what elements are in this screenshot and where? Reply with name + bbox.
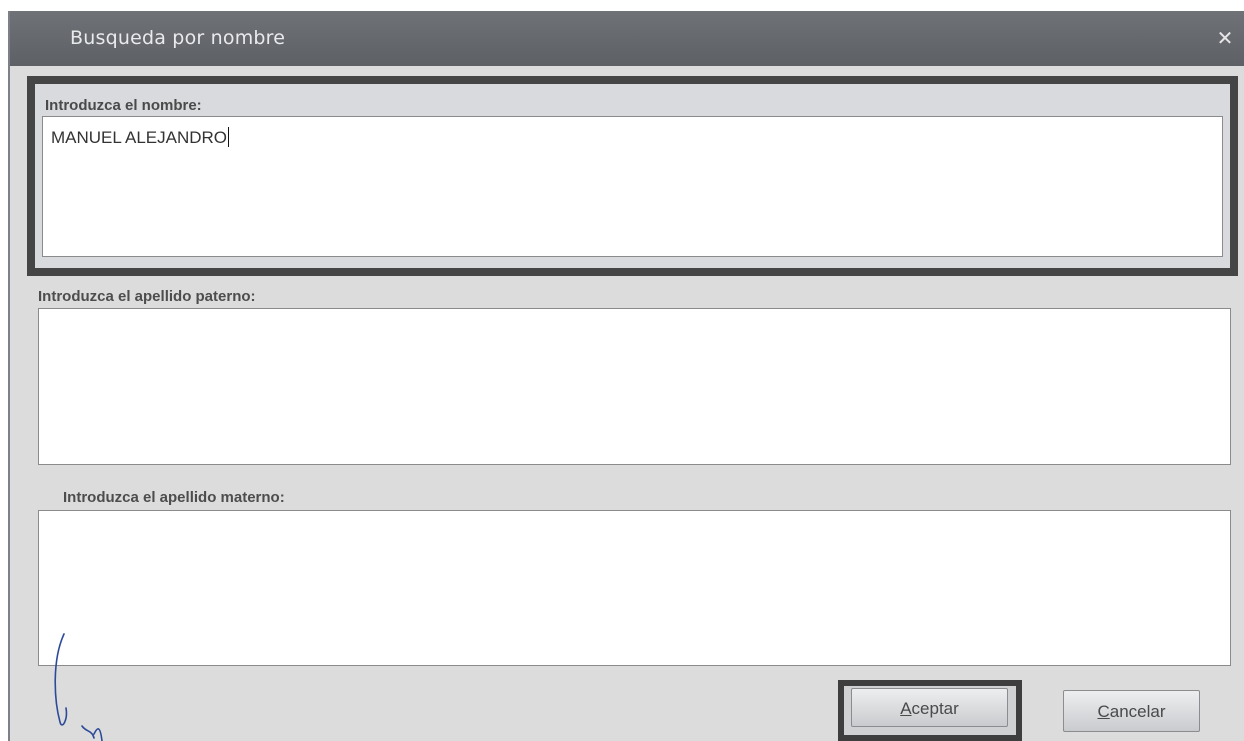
title-bar[interactable]: Busqueda por nombre ✕ [10,11,1244,66]
accept-button[interactable]: Aceptar [851,688,1008,727]
nombre-group: Introduzca el nombre: MANUEL ALEJANDRO [27,76,1238,276]
nombre-input[interactable]: MANUEL ALEJANDRO [42,116,1223,257]
nombre-value: MANUEL ALEJANDRO [51,127,230,147]
apellido-materno-input[interactable] [38,510,1231,666]
text-caret [228,127,230,147]
apellido-paterno-label: Introduzca el apellido paterno: [38,288,256,305]
close-icon[interactable]: ✕ [1212,25,1238,51]
apellido-materno-label: Introduzca el apellido materno: [63,489,285,506]
dialog-title: Busqueda por nombre [70,27,286,49]
cancel-button[interactable]: Cancelar [1063,690,1200,732]
apellido-paterno-input[interactable] [38,308,1231,465]
nombre-label: Introduzca el nombre: [45,97,202,114]
handwritten-signature-mark [54,633,103,741]
